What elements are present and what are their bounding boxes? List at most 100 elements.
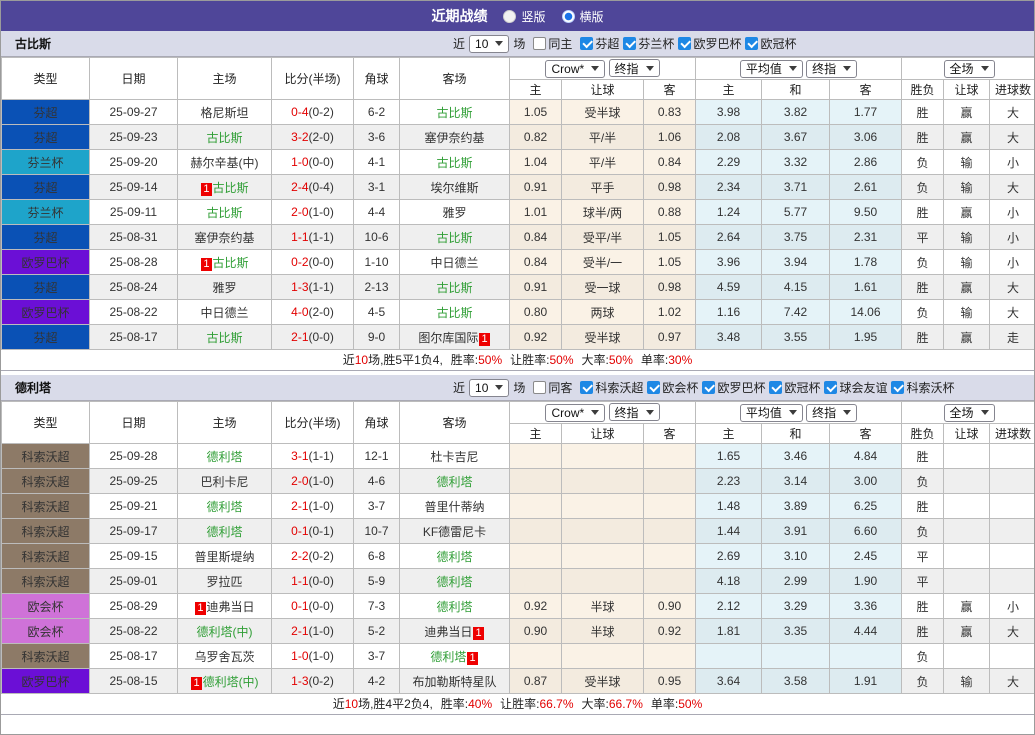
recent-count-select[interactable]: 10 — [469, 378, 510, 397]
odds-stage-select[interactable]: 终指 — [608, 403, 660, 422]
col-header-away: 客场 — [399, 57, 510, 100]
away-team-cell: KF德雷尼卡 — [399, 518, 510, 544]
avg-away-odds: 6.60 — [828, 518, 903, 544]
radio-icon[interactable] — [503, 9, 517, 23]
halftime-score: (0-4) — [308, 180, 334, 194]
checkbox-unchecked-icon[interactable] — [533, 37, 547, 50]
chevron-down-icon — [645, 409, 654, 415]
league-filter-checkbox[interactable]: 欧罗巴杯 — [678, 35, 741, 52]
big-rate: 66.7% — [608, 697, 643, 711]
away-team-name: 德利塔 — [436, 549, 473, 564]
subcol-home: 主 — [509, 423, 562, 444]
recent-count-select[interactable]: 10 — [469, 34, 510, 53]
home-team-cell: 格尼斯坦 — [177, 99, 272, 125]
home-team-name: 罗拉匹 — [206, 574, 243, 589]
league-filter-checkbox[interactable]: 科索沃杯 — [891, 379, 955, 396]
result-handicap: 输 — [943, 249, 991, 275]
away-team-name: 德利塔 — [436, 474, 473, 489]
odds-stage-select[interactable]: 终指 — [608, 59, 660, 78]
avg-draw-odds: 3.71 — [761, 174, 830, 200]
layout-vertical-radio[interactable]: 竖版 — [503, 8, 546, 25]
league-type-badge: 科索沃超 — [1, 543, 90, 569]
subcol-goals: 进球数 — [989, 79, 1034, 100]
same-venue-checkbox[interactable]: 同客 — [533, 379, 572, 396]
league-filter-checkbox[interactable]: 欧冠杯 — [769, 379, 820, 396]
recent-count-value: 10 — [475, 36, 489, 51]
score-cell: 1-1(1-1) — [271, 224, 354, 250]
checkbox-checked-icon[interactable] — [745, 37, 759, 50]
league-filter-checkbox[interactable]: 芬超 — [580, 35, 619, 52]
fulltime-select[interactable]: 全场 — [943, 59, 995, 78]
score-cell: 2-1(1-0) — [271, 618, 354, 644]
league-filter-label: 欧冠杯 — [760, 37, 797, 51]
crow-home-odds — [509, 443, 562, 469]
league-filter-label: 芬兰杯 — [638, 37, 675, 51]
odds-stage-select[interactable]: 终指 — [806, 403, 858, 422]
average-select[interactable]: 平均值 — [739, 403, 803, 422]
bookmaker-select[interactable]: Crow* — [545, 403, 606, 422]
crow-away-odds: 0.90 — [643, 593, 696, 619]
result-goals — [989, 643, 1034, 669]
radio-checked-icon[interactable] — [561, 9, 575, 23]
league-type-badge: 芬超 — [1, 174, 90, 200]
result-winlose: 负 — [901, 149, 945, 175]
checkbox-checked-icon[interactable] — [623, 37, 637, 50]
checkbox-checked-icon[interactable] — [580, 381, 594, 394]
home-team-cell: 罗拉匹 — [177, 568, 272, 594]
layout-horizontal-radio[interactable]: 横版 — [561, 8, 604, 25]
bookmaker-select[interactable]: Crow* — [545, 59, 606, 78]
team-section-bar: 古比斯 近 10 场 同主 芬超 芬兰杯 欧罗巴杯 欧冠杯 — [1, 31, 1034, 57]
subcol-away: 客 — [828, 423, 903, 444]
fulltime-select[interactable]: 全场 — [943, 403, 995, 422]
result-handicap — [943, 543, 991, 569]
checkbox-checked-icon[interactable] — [580, 37, 594, 50]
avg-draw-odds: 3.75 — [761, 224, 830, 250]
chevron-down-icon — [980, 66, 989, 71]
crow-away-odds: 0.97 — [643, 324, 696, 350]
checkbox-checked-icon[interactable] — [891, 381, 905, 394]
team-section-bar: 德利塔 近 10 场 同客 科索沃超 欧会杯 欧罗巴杯 欧冠杯 球会友谊 科索沃… — [1, 375, 1034, 401]
crow-handicap-line: 受半球 — [561, 324, 644, 350]
crow-away-odds: 0.92 — [643, 618, 696, 644]
games-label: 场 — [513, 37, 526, 51]
league-filter-checkbox[interactable]: 球会友谊 — [824, 379, 887, 396]
league-filter-checkbox[interactable]: 欧冠杯 — [745, 35, 796, 52]
home-team-name: 雅罗 — [212, 280, 237, 295]
avg-away-odds: 3.36 — [828, 593, 903, 619]
fulltime-score: 1-3 — [291, 280, 309, 294]
league-type-badge: 科索沃超 — [1, 568, 90, 594]
score-cell: 1-3(0-2) — [271, 668, 354, 694]
crow-handicap-line — [561, 568, 644, 594]
avg-home-odds: 1.16 — [695, 299, 762, 325]
league-filter-checkbox[interactable]: 芬兰杯 — [623, 35, 674, 52]
single-rate: 50% — [678, 697, 703, 711]
match-date: 25-08-28 — [89, 249, 178, 275]
fulltime-score: 4-0 — [291, 305, 309, 319]
table-row: 欧会杯 25-08-22 德利塔(中) 2-1(1-0) 5-2 迪弗当日 1 0… — [1, 618, 1034, 644]
checkbox-unchecked-icon[interactable] — [533, 381, 547, 394]
odds-stage-select[interactable]: 终指 — [806, 59, 858, 78]
checkbox-checked-icon[interactable] — [769, 381, 783, 394]
match-date: 25-08-22 — [89, 299, 178, 325]
league-filter-checkbox[interactable]: 科索沃超 — [580, 379, 643, 396]
result-winlose: 负 — [901, 299, 945, 325]
checkbox-checked-icon[interactable] — [824, 381, 838, 394]
league-type-badge: 科索沃超 — [1, 468, 90, 494]
home-team-cell: 1 德利塔(中) — [177, 668, 272, 694]
result-handicap: 赢 — [943, 199, 991, 225]
result-winlose: 胜 — [901, 618, 945, 644]
league-filter-checkbox[interactable]: 欧罗巴杯 — [702, 379, 765, 396]
same-venue-checkbox[interactable]: 同主 — [533, 35, 572, 52]
average-select[interactable]: 平均值 — [739, 59, 803, 78]
league-filter-checkbox[interactable]: 欧会杯 — [647, 379, 698, 396]
avg-away-odds: 1.91 — [828, 668, 903, 694]
checkbox-checked-icon[interactable] — [702, 381, 716, 394]
match-date: 25-09-01 — [89, 568, 178, 594]
score-cell: 2-4(0-4) — [271, 174, 354, 200]
checkbox-checked-icon[interactable] — [678, 37, 692, 50]
home-team-cell: 乌罗舍瓦茨 — [177, 643, 272, 669]
league-filter-label: 欧冠杯 — [784, 381, 821, 395]
checkbox-checked-icon[interactable] — [647, 381, 661, 394]
subcol-handicap: 让球 — [943, 79, 991, 100]
table-row: 科索沃超 25-09-15 普里斯堤纳 2-2(0-2) 6-8 德利塔 2.6… — [1, 543, 1034, 569]
